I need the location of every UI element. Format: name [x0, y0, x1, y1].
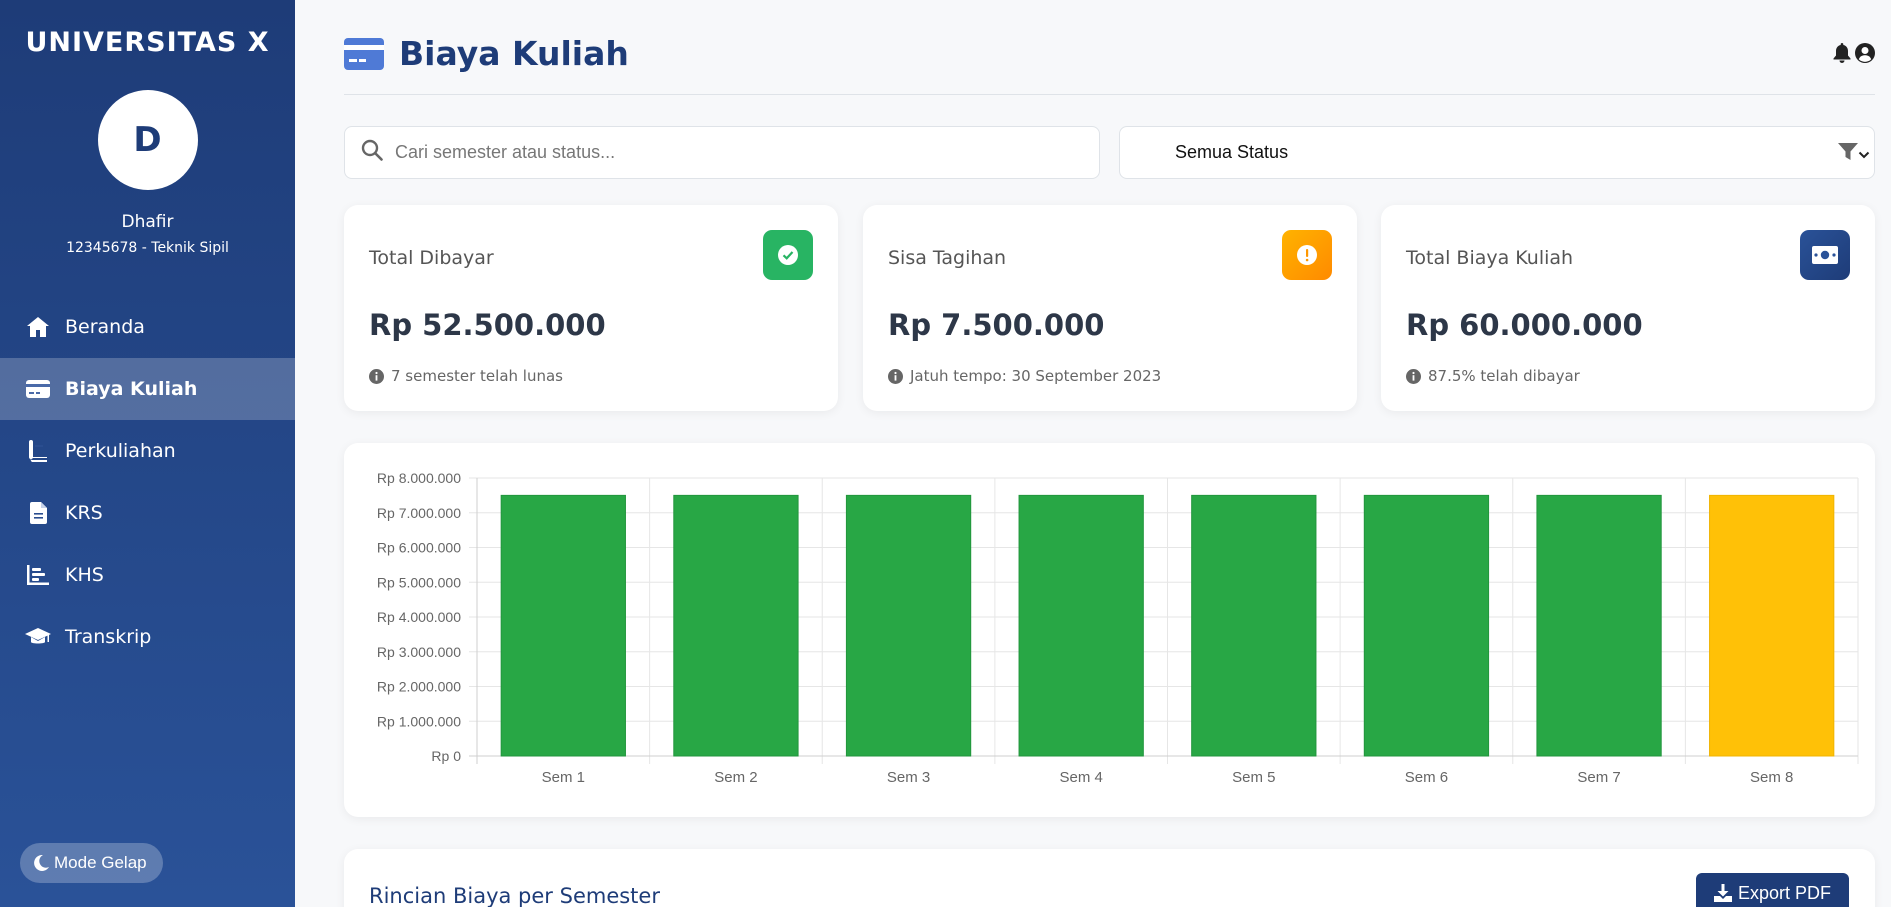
stat-card-total-dibayar: Total Dibayar Rp 52.500.000 7 semester t…: [344, 205, 838, 411]
export-label: Export PDF: [1737, 882, 1831, 903]
search-input[interactable]: [395, 142, 1045, 163]
y-tick-label: Rp 5.000.000: [377, 574, 461, 590]
stat-note: 87.5% telah dibayar: [1406, 367, 1580, 385]
search-icon: [361, 139, 383, 166]
credit-card-icon: [25, 377, 51, 401]
section-title: Rincian Biaya per Semester: [369, 884, 660, 907]
download-icon: [1713, 884, 1732, 902]
avatar[interactable]: D: [97, 90, 198, 190]
detail-card: Rincian Biaya per Semester Export PDF: [344, 849, 1875, 907]
x-tick-label: Sem 1: [542, 769, 585, 786]
stat-value: Rp 52.500.000: [369, 308, 606, 342]
x-tick-label: Sem 2: [714, 769, 757, 786]
filter-controls: [1838, 143, 1870, 166]
exclamation-circle-icon: [1282, 230, 1332, 280]
y-tick-label: Rp 6.000.000: [377, 540, 461, 556]
sidebar-item-biaya-kuliah[interactable]: Biaya Kuliah: [0, 358, 295, 420]
sidebar-item-label: Biaya Kuliah: [65, 378, 198, 400]
y-tick-label: Rp 2.000.000: [377, 679, 461, 695]
header-icons: [1833, 43, 1875, 68]
search-box[interactable]: [344, 126, 1100, 179]
sidebar-item-beranda[interactable]: Beranda: [0, 296, 295, 358]
user-circle-icon[interactable]: [1855, 43, 1875, 68]
chart-bar: [1709, 494, 1835, 757]
page-title: Biaya Kuliah: [399, 34, 629, 73]
user-name: Dhafir: [121, 212, 174, 232]
chevron-down-icon: [1858, 144, 1870, 165]
x-tick-label: Sem 4: [1060, 769, 1103, 786]
sidebar-nav: Beranda Biaya Kuliah Perkuliahan KRS KHS: [0, 296, 295, 668]
stat-note: Jatuh tempo: 30 September 2023: [888, 367, 1161, 385]
stat-value: Rp 60.000.000: [1406, 308, 1643, 342]
stat-card-sisa-tagihan: Sisa Tagihan Rp 7.500.000 Jatuh tempo: 3…: [863, 205, 1357, 411]
chart-bar: [1018, 494, 1144, 757]
chart-card: Rp 0 Rp 1.000.000 Rp 2.000.000 Rp 3.000.000…: [344, 443, 1875, 817]
stat-note: 7 semester telah lunas: [369, 367, 563, 385]
y-tick-label: Rp 7.000.000: [377, 505, 461, 521]
chart-bar: [1536, 494, 1662, 757]
chart-bar: [673, 494, 799, 757]
info-icon: [369, 368, 384, 384]
sidebar-item-khs[interactable]: KHS: [0, 544, 295, 606]
x-tick-label: Sem 3: [887, 769, 930, 786]
x-tick-label: Sem 5: [1232, 769, 1275, 786]
x-tick-label: Sem 7: [1577, 769, 1620, 786]
filter-icon: [1838, 143, 1858, 166]
export-pdf-button[interactable]: Export PDF: [1695, 873, 1849, 907]
stat-label: Total Biaya Kuliah: [1406, 247, 1574, 269]
bar-chart-icon: [25, 563, 51, 587]
y-tick-label: Rp 0: [431, 748, 461, 764]
sidebar-item-label: Perkuliahan: [65, 440, 176, 462]
book-icon: [25, 439, 51, 463]
chart-bar: [845, 494, 972, 757]
stat-card-total-biaya: Total Biaya Kuliah Rp 60.000.000 87.5% t…: [1381, 205, 1875, 411]
x-tick-label: Sem 8: [1750, 769, 1793, 786]
chart-bar: [1363, 494, 1490, 757]
payment-bar-chart: Rp 0 Rp 1.000.000 Rp 2.000.000 Rp 3.000.000…: [377, 470, 1859, 786]
y-tick-label: Rp 8.000.000: [377, 470, 461, 486]
stat-label: Total Dibayar: [369, 247, 494, 269]
sidebar-item-transkrip[interactable]: Transkrip: [0, 606, 295, 668]
y-tick-label: Rp 1.000.000: [377, 713, 461, 729]
money-bill-icon: [1800, 230, 1850, 280]
stat-note-text: 7 semester telah lunas: [391, 367, 563, 385]
page-header: Biaya Kuliah: [344, 0, 1875, 95]
sidebar: UNIVERSITAS X D Dhafir 12345678 - Teknik…: [0, 0, 295, 907]
chart-bar: [1191, 494, 1317, 757]
status-filter-select[interactable]: Semua Status: [1119, 126, 1875, 179]
file-icon: [25, 501, 51, 525]
dark-mode-label: Mode Gelap: [54, 853, 147, 872]
user-id: 12345678 - Teknik Sipil: [66, 240, 229, 256]
graduation-cap-icon: [25, 625, 51, 649]
stat-note-text: 87.5% telah dibayar: [1428, 367, 1580, 385]
y-tick-label: Rp 4.000.000: [377, 609, 461, 625]
moon-icon: [34, 855, 49, 871]
title-wrap: Biaya Kuliah: [344, 34, 629, 73]
sidebar-item-label: Beranda: [65, 316, 145, 338]
home-icon: [25, 315, 51, 339]
sidebar-item-label: KRS: [65, 502, 103, 524]
sidebar-item-label: Transkrip: [65, 626, 152, 648]
stat-value: Rp 7.500.000: [888, 308, 1105, 342]
info-icon: [888, 368, 903, 384]
stat-label: Sisa Tagihan: [888, 247, 1007, 269]
stat-note-text: Jatuh tempo: 30 September 2023: [910, 367, 1162, 385]
status-filter-value: Semua Status: [1175, 142, 1289, 162]
x-tick-label: Sem 6: [1405, 769, 1448, 786]
bell-icon[interactable]: [1833, 43, 1851, 68]
sidebar-item-label: KHS: [65, 564, 104, 586]
chart-bar: [500, 494, 626, 757]
check-circle-icon: [763, 230, 813, 280]
sidebar-item-perkuliahan[interactable]: Perkuliahan: [0, 420, 295, 482]
brand-title: UNIVERSITAS X: [25, 27, 270, 58]
y-tick-label: Rp 3.000.000: [377, 644, 461, 660]
dark-mode-button[interactable]: Mode Gelap: [20, 843, 163, 883]
info-icon: [1406, 368, 1421, 384]
sidebar-item-krs[interactable]: KRS: [0, 482, 295, 544]
credit-card-icon: [344, 37, 384, 70]
